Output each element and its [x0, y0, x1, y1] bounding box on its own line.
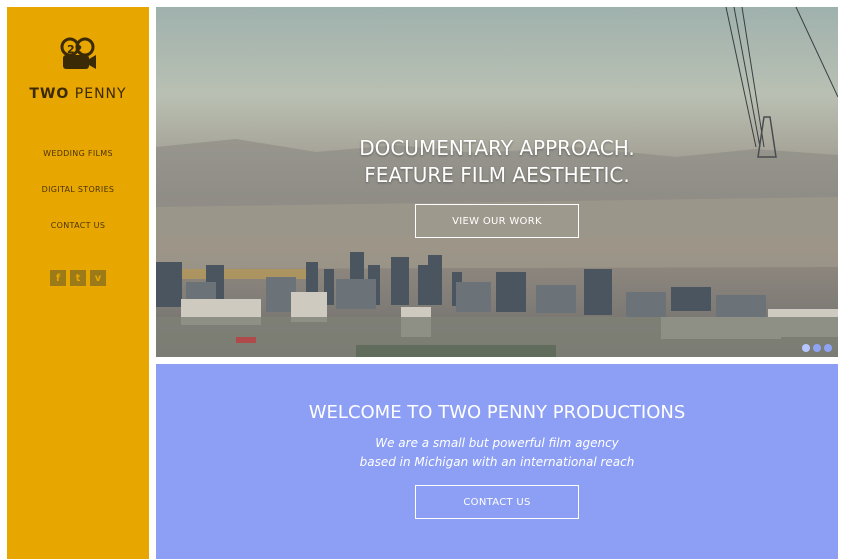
contact-us-button[interactable]: CONTACT US [415, 485, 579, 519]
welcome-subtitle-line2: based in Michigan with an international … [359, 455, 635, 469]
twitter-icon[interactable]: t [70, 270, 86, 286]
logo-mark-text: 22 [67, 43, 82, 56]
vimeo-icon[interactable]: v [90, 270, 106, 286]
view-our-work-button[interactable]: VIEW OUR WORK [415, 204, 579, 238]
welcome-title: WELCOME TO TWO PENNY PRODUCTIONS [308, 402, 686, 423]
hero-headline: DOCUMENTARY APPROACH. FEATURE FILM AESTH… [156, 135, 838, 189]
facebook-icon[interactable]: f [50, 270, 66, 286]
slider-dot-3[interactable] [824, 344, 832, 352]
brand-name-light: PENNY [69, 86, 127, 102]
slider-dots [802, 344, 832, 352]
slider-dot-1[interactable] [802, 344, 810, 352]
slider-dot-2[interactable] [813, 344, 821, 352]
welcome-subtitle: We are a small but powerful film agency … [156, 434, 838, 472]
social-links: f t v [50, 270, 106, 286]
welcome-section: WELCOME TO TWO PENNY PRODUCTIONS We are … [156, 364, 838, 559]
brand-name-bold: TWO [29, 86, 70, 102]
sidebar: 22 TWO PENNY WEDDING FILMS DIGITAL STORI… [7, 7, 149, 559]
main-nav: WEDDING FILMS DIGITAL STORIES CONTACT US [7, 141, 149, 249]
nav-item-contact-us[interactable]: CONTACT US [7, 213, 149, 249]
hero-slider: DOCUMENTARY APPROACH. FEATURE FILM AESTH… [156, 7, 838, 357]
hero-headline-line2: FEATURE FILM AESTHETIC. [364, 163, 630, 187]
nav-item-wedding-films[interactable]: WEDDING FILMS [7, 141, 149, 177]
hero-headline-line1: DOCUMENTARY APPROACH. [359, 136, 635, 160]
brand-name[interactable]: TWO PENNY [7, 86, 149, 102]
camera-logo-icon[interactable]: 22 [59, 37, 97, 71]
welcome-subtitle-line1: We are a small but powerful film agency [375, 436, 619, 450]
nav-item-digital-stories[interactable]: DIGITAL STORIES [7, 177, 149, 213]
